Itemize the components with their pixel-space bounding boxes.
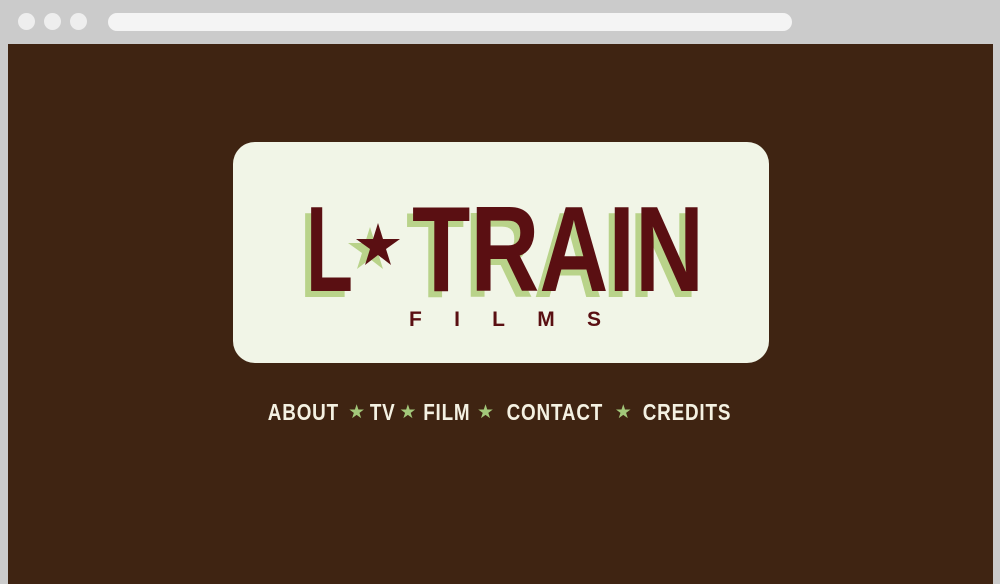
page-viewport: L TRAIN L TRAIN FILMS ABOUT ★ TV ★ FILM … — [8, 44, 993, 584]
nav-about-link[interactable]: ABOUT — [268, 399, 339, 426]
logo-card[interactable]: L TRAIN L TRAIN FILMS — [233, 142, 769, 363]
nav-credits-link[interactable]: CREDITS — [643, 399, 732, 426]
logo-l: L — [306, 181, 353, 317]
nav-tv-link[interactable]: TV — [369, 399, 395, 426]
star-icon: ★ — [477, 402, 495, 423]
window-close-dot[interactable] — [18, 13, 35, 30]
l-train-films-logo: L TRAIN L TRAIN FILMS — [300, 181, 704, 331]
star-icon: ★ — [399, 402, 417, 423]
browser-chrome — [0, 0, 1000, 44]
star-icon: ★ — [614, 402, 632, 423]
logo-train: TRAIN — [412, 181, 704, 317]
nav-contact-link[interactable]: CONTACT — [506, 399, 603, 426]
nav-film-link[interactable]: FILM — [423, 399, 470, 426]
window-minimize-dot[interactable] — [44, 13, 61, 30]
main-nav: ABOUT ★ TV ★ FILM ★ CONTACT ★ CREDITS — [8, 399, 993, 426]
window-maximize-dot[interactable] — [70, 13, 87, 30]
star-icon: ★ — [348, 402, 366, 423]
address-bar[interactable] — [108, 13, 792, 31]
